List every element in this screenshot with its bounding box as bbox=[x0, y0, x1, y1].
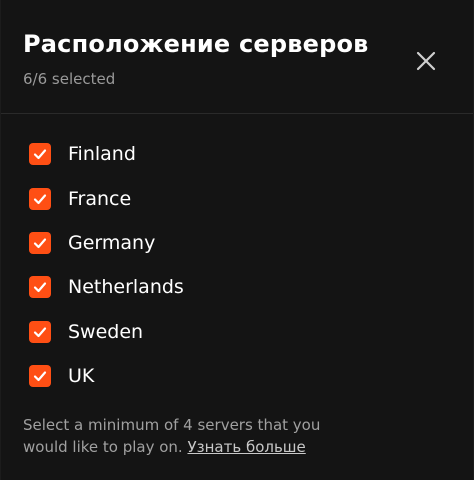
hint-line-2: would like to play on. bbox=[23, 438, 183, 456]
close-icon bbox=[416, 51, 436, 71]
server-location-dialog: Расположение серверов 6/6 selected Finla… bbox=[0, 0, 474, 480]
checkmark-icon bbox=[33, 327, 47, 337]
server-option-germany[interactable]: Germany bbox=[1, 221, 473, 265]
checkbox-uk[interactable] bbox=[29, 365, 51, 388]
learn-more-link[interactable]: Узнать больше bbox=[187, 438, 305, 456]
server-label: UK bbox=[68, 365, 95, 388]
server-label: Netherlands bbox=[68, 276, 184, 299]
footer-hint: Select a minimum of 4 servers that you w… bbox=[23, 414, 443, 458]
checkmark-icon bbox=[33, 282, 47, 293]
hint-line-1: Select a minimum of 4 servers that you bbox=[23, 416, 321, 434]
checkmark-icon bbox=[33, 193, 47, 204]
server-option-finland[interactable]: Finland bbox=[1, 132, 473, 176]
server-option-uk[interactable]: UK bbox=[1, 354, 473, 398]
checkmark-icon bbox=[33, 149, 47, 160]
dialog-header: Расположение серверов 6/6 selected bbox=[1, 0, 473, 114]
checkbox-france[interactable] bbox=[29, 187, 51, 210]
checkbox-germany[interactable] bbox=[29, 231, 51, 254]
server-label: Sweden bbox=[68, 320, 144, 343]
server-label: France bbox=[68, 187, 132, 210]
checkbox-netherlands[interactable] bbox=[29, 276, 51, 299]
close-button[interactable] bbox=[410, 45, 442, 77]
checkmark-icon bbox=[33, 238, 47, 249]
checkbox-sweden[interactable] bbox=[29, 320, 51, 343]
server-option-france[interactable]: France bbox=[1, 176, 473, 220]
server-option-netherlands[interactable]: Netherlands bbox=[1, 265, 473, 309]
server-label: Finland bbox=[68, 143, 136, 166]
server-option-sweden[interactable]: Sweden bbox=[1, 310, 473, 354]
selection-count: 6/6 selected bbox=[23, 70, 116, 88]
server-list: Finland France Germany Netherlands Swede… bbox=[1, 132, 473, 398]
checkmark-icon bbox=[33, 371, 47, 382]
checkbox-finland[interactable] bbox=[29, 143, 51, 166]
server-label: Germany bbox=[68, 231, 156, 254]
dialog-title: Расположение серверов bbox=[23, 30, 369, 58]
